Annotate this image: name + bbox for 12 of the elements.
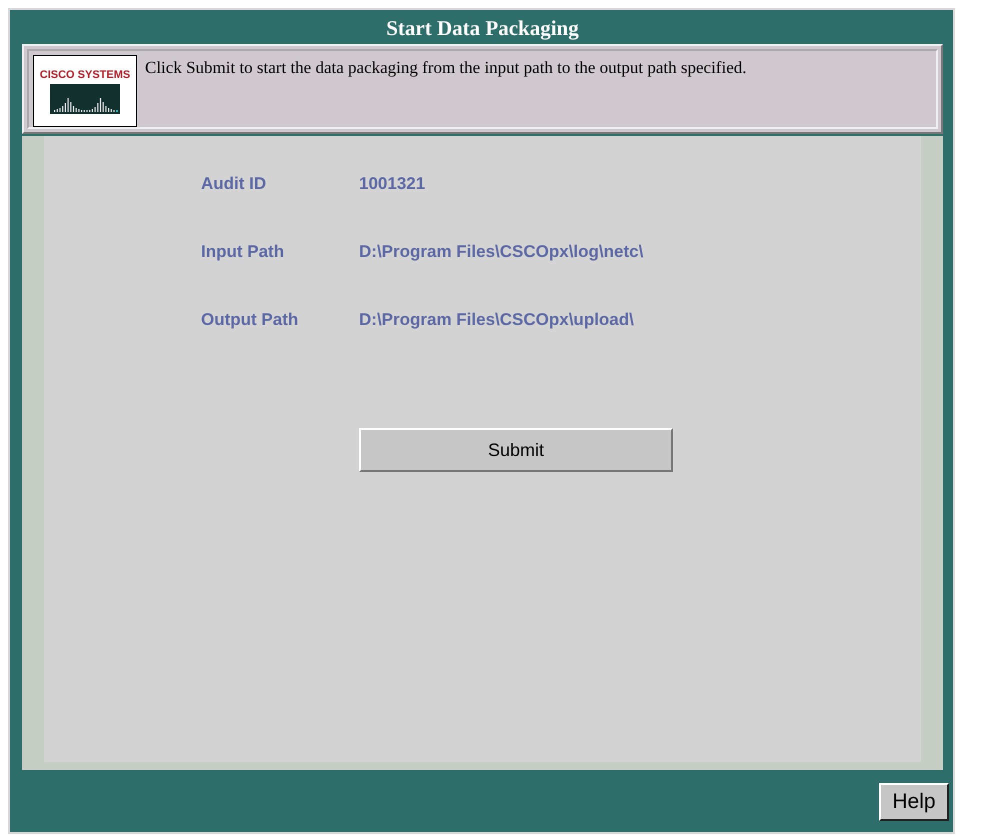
window-title: Start Data Packaging xyxy=(385,15,580,42)
bridge-bars-icon xyxy=(50,84,120,114)
instruction-text: Click Submit to start the data packaging from the input path to the output path specified. xyxy=(145,57,746,79)
field-label: Input Path xyxy=(201,242,286,262)
field-value: D:\Program Files\CSCOpx\upload\ xyxy=(359,310,634,330)
field-value: D:\Program Files\CSCOpx\log\netc\ xyxy=(359,242,644,262)
submit-button[interactable]: Submit xyxy=(359,428,673,472)
field-value: 1001321 xyxy=(359,174,426,194)
help-button[interactable]: Help xyxy=(879,783,949,821)
field-label: Output Path xyxy=(201,310,300,330)
field-label: Audit ID xyxy=(201,174,268,194)
logo-text: CISCO SYSTEMS xyxy=(40,68,130,80)
